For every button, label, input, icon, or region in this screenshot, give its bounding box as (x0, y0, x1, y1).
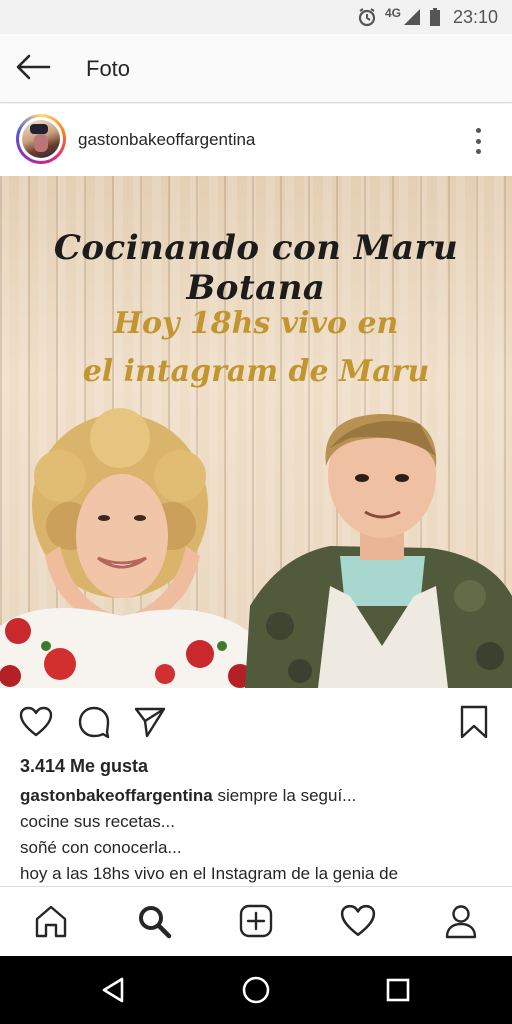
image-subtitle-line2: el intagram de Maru (82, 354, 430, 389)
image-title: Cocinando con Maru Botana (53, 228, 459, 308)
caption-username[interactable]: gastonbakeoffargentina (20, 786, 213, 805)
back-button[interactable] (14, 52, 52, 86)
caption-line-1: gastonbakeoffargentina siempre la seguí.… (20, 786, 356, 806)
system-nav-bar (0, 956, 512, 1024)
app-bar: Foto (0, 34, 512, 103)
post-username[interactable]: gastonbakeoffargentina (78, 130, 255, 150)
activity-icon[interactable] (338, 901, 378, 941)
caption-line-4: hoy a las 18hs vivo en el Instagram de l… (20, 864, 399, 883)
status-bar: 4G 23:10 (0, 0, 512, 34)
home-icon[interactable] (31, 901, 71, 941)
arrow-left-icon (15, 53, 51, 86)
caption-line-2: cocine sus recetas... (20, 812, 175, 831)
likes-count[interactable]: 3.414 Me gusta (20, 756, 148, 777)
network-type-label: 4G (384, 6, 401, 20)
profile-icon[interactable] (441, 901, 481, 941)
bottom-nav (0, 886, 512, 957)
image-subtitle-line1: Hoy 18hs vivo en (113, 306, 399, 341)
more-vertical-icon[interactable] (468, 128, 488, 154)
post-image[interactable]: Cocinando con Maru Botana Hoy 18hs vivo … (0, 176, 512, 688)
page-title: Foto (86, 56, 131, 81)
home-circle-icon[interactable] (240, 974, 272, 1006)
alarm-icon (357, 7, 377, 27)
search-icon[interactable] (134, 901, 174, 941)
recents-square-icon[interactable] (382, 974, 414, 1006)
bookmark-icon[interactable] (456, 704, 492, 740)
status-time: 23:10 (452, 6, 498, 27)
post-header: gastonbakeoffargentina (0, 104, 512, 176)
status-icons: 4G 23:10 (357, 6, 498, 28)
signal-icon (403, 8, 421, 26)
avatar[interactable] (16, 114, 66, 164)
caption-line-3: soñé con conocerla... (20, 838, 182, 857)
caption-text-1: siempre la seguí... (217, 786, 357, 805)
battery-icon (429, 7, 441, 27)
post-actions (0, 688, 512, 752)
comment-icon[interactable] (76, 704, 112, 740)
back-triangle-icon[interactable] (98, 974, 130, 1006)
heart-icon[interactable] (18, 704, 54, 740)
share-icon[interactable] (132, 704, 168, 740)
add-icon[interactable] (236, 901, 276, 941)
